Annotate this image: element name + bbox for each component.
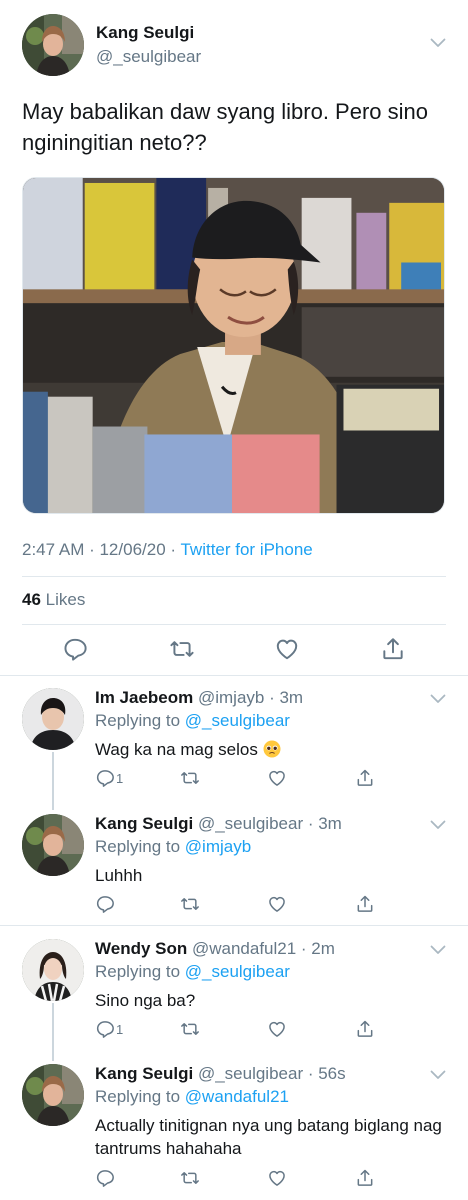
- reply-icon[interactable]: [95, 1168, 115, 1188]
- replying-label: Replying to: [95, 1087, 185, 1106]
- replying-label: Replying to: [95, 837, 185, 856]
- avatar[interactable]: [22, 939, 84, 1001]
- heart-icon[interactable]: [267, 768, 287, 788]
- tweet-text: May babalikan daw syang libro. Pero sino…: [22, 99, 429, 155]
- reply-count: 1: [116, 771, 124, 786]
- reply-time: · 56s: [303, 1064, 346, 1083]
- tweet-meta: 2:47 AM · 12/06/20 · Twitter for iPhone: [22, 540, 313, 560]
- reply-author: Im Jaebeom @imjayb · 3m: [95, 688, 303, 708]
- reply-author: Kang Seulgi @_seulgibear · 56s: [95, 1064, 346, 1084]
- retweet-icon[interactable]: [180, 894, 200, 914]
- tweet-header: Kang Seulgi @_seulgibear: [22, 14, 452, 76]
- replying-to-link[interactable]: @_seulgibear: [185, 962, 290, 981]
- reply-icon[interactable]: [95, 768, 115, 788]
- retweet-icon[interactable]: [180, 768, 200, 788]
- share-icon[interactable]: [355, 768, 375, 788]
- pleading-face-emoji: [263, 740, 281, 758]
- reply-text-content: Wag ka na mag selos: [95, 740, 263, 759]
- reply-count: 1: [116, 1022, 124, 1037]
- tweet-timestamp[interactable]: 2:47 AM · 12/06/20 ·: [22, 540, 180, 559]
- reply-actions: [95, 894, 395, 916]
- reply-time: · 3m: [264, 688, 304, 707]
- share-icon[interactable]: [355, 894, 375, 914]
- thread-line: [52, 1003, 54, 1061]
- thread-line: [52, 752, 54, 810]
- reply-actions: 1: [95, 768, 395, 790]
- retweet-icon[interactable]: [180, 1168, 200, 1188]
- replying-to-link[interactable]: @wandaful21: [185, 1087, 289, 1106]
- chevron-down-icon[interactable]: [430, 1070, 446, 1080]
- heart-icon[interactable]: [267, 894, 287, 914]
- replying-label: Replying to: [95, 711, 185, 730]
- replying-to-link[interactable]: @_seulgibear: [185, 711, 290, 730]
- reply-handle[interactable]: @_seulgibear: [193, 1064, 303, 1083]
- replying-to: Replying to @_seulgibear: [95, 711, 290, 731]
- reply-name[interactable]: Kang Seulgi: [95, 1064, 193, 1083]
- author-name[interactable]: Kang Seulgi: [96, 23, 194, 43]
- divider: [22, 624, 446, 625]
- avatar[interactable]: [22, 14, 84, 76]
- reply-name[interactable]: Im Jaebeom: [95, 688, 193, 707]
- chevron-down-icon[interactable]: [430, 820, 446, 830]
- divider: [0, 675, 468, 676]
- reply-handle[interactable]: @imjayb: [193, 688, 264, 707]
- reply-time: · 3m: [303, 814, 342, 833]
- heart-icon[interactable]: [267, 1168, 287, 1188]
- reply-text: Sino nga ba?: [95, 991, 196, 1010]
- reply-text: Actually tinitignan nya ung batang bigla…: [95, 1116, 442, 1158]
- avatar[interactable]: [22, 688, 84, 750]
- likes-label: Likes: [40, 590, 86, 609]
- reply-text: Wag ka na mag selos: [95, 738, 445, 761]
- replying-label: Replying to: [95, 962, 185, 981]
- share-icon[interactable]: [355, 1019, 375, 1039]
- tweet-photo[interactable]: [22, 177, 445, 514]
- retweet-icon[interactable]: [169, 636, 195, 662]
- reply-text: Luhhh: [95, 866, 143, 885]
- reply-name[interactable]: Kang Seulgi: [95, 814, 193, 833]
- reply-handle[interactable]: @wandaful21: [187, 939, 296, 958]
- avatar[interactable]: [22, 1064, 84, 1126]
- reply-author: Wendy Son @wandaful21 · 2m: [95, 939, 335, 959]
- reply-time: · 2m: [296, 939, 335, 958]
- share-icon[interactable]: [355, 1168, 375, 1188]
- reply-name[interactable]: Wendy Son: [95, 939, 187, 958]
- share-icon[interactable]: [380, 636, 406, 662]
- avatar[interactable]: [22, 814, 84, 876]
- reply-actions: [95, 1168, 395, 1190]
- chevron-down-icon[interactable]: [430, 38, 446, 48]
- reply-icon[interactable]: [95, 1019, 115, 1039]
- chevron-down-icon[interactable]: [430, 945, 446, 955]
- tweet-source[interactable]: Twitter for iPhone: [180, 540, 312, 559]
- divider: [0, 925, 468, 926]
- replying-to: Replying to @imjayb: [95, 837, 251, 857]
- heart-icon[interactable]: [267, 1019, 287, 1039]
- likes-count[interactable]: 46 Likes: [22, 590, 85, 610]
- reply-icon[interactable]: [62, 636, 88, 662]
- divider: [22, 576, 446, 577]
- replying-to: Replying to @_seulgibear: [95, 962, 290, 982]
- heart-icon[interactable]: [274, 636, 300, 662]
- tweet-actions: [22, 634, 446, 666]
- author-handle[interactable]: @_seulgibear: [96, 47, 201, 67]
- retweet-icon[interactable]: [180, 1019, 200, 1039]
- reply-actions: 1: [95, 1019, 395, 1041]
- replying-to-link[interactable]: @imjayb: [185, 837, 251, 856]
- reply-icon[interactable]: [95, 894, 115, 914]
- reply-handle[interactable]: @_seulgibear: [193, 814, 303, 833]
- likes-number: 46: [22, 590, 41, 609]
- reply-author: Kang Seulgi @_seulgibear · 3m: [95, 814, 342, 834]
- chevron-down-icon[interactable]: [430, 694, 446, 704]
- replying-to: Replying to @wandaful21: [95, 1087, 289, 1107]
